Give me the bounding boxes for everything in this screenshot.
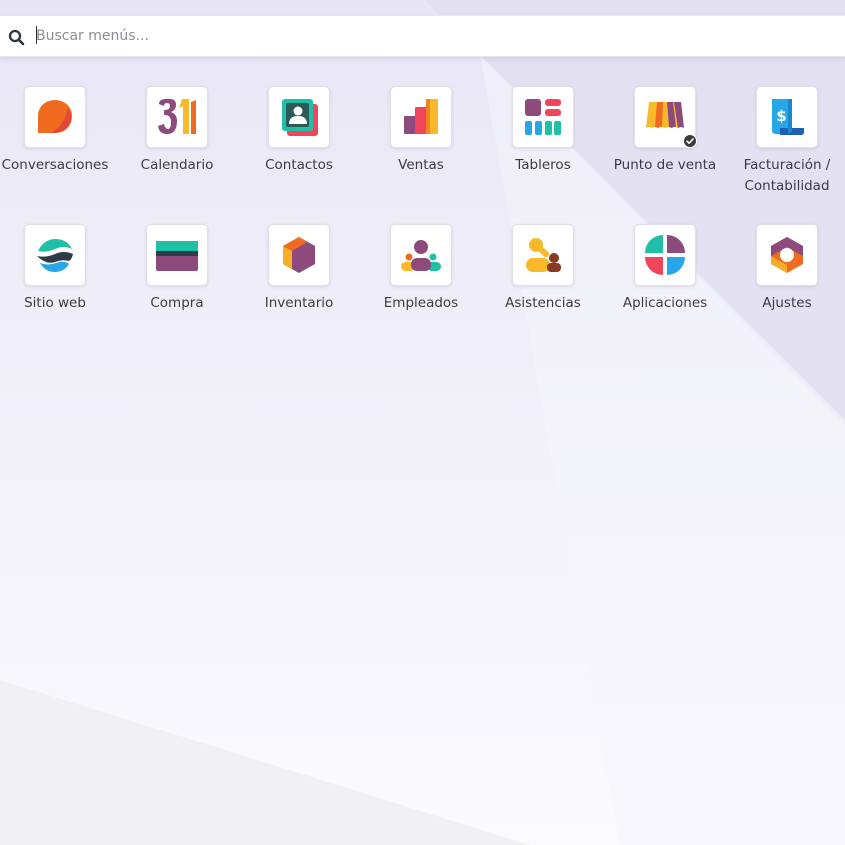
contact-card-icon	[268, 86, 330, 148]
app-label: Calendario	[140, 157, 214, 173]
app-label: Punto de venta	[613, 157, 717, 173]
app-label: Aplicaciones	[622, 295, 708, 311]
app-label: Conversaciones	[1, 157, 109, 173]
svg-text:$: $	[776, 107, 786, 125]
app-label: Sitio web	[24, 295, 86, 311]
app-conversaciones[interactable]: Conversaciones	[0, 86, 116, 176]
app-ventas[interactable]: Ventas	[360, 86, 482, 176]
people-group-icon	[390, 224, 452, 286]
storefront-awning-icon	[634, 86, 697, 148]
app-label: Ventas	[398, 157, 444, 173]
hexagon-box-icon	[268, 224, 330, 286]
app-label: Asistencias	[505, 295, 581, 311]
badge-person-icon	[512, 224, 574, 286]
invoice-dollar-icon: $	[756, 86, 818, 148]
app-calendario[interactable]: Calendario	[116, 86, 238, 176]
hexagon-gear-icon	[756, 224, 818, 286]
app-asistencias[interactable]: Asistencias	[482, 224, 604, 314]
globe-waves-icon	[24, 224, 86, 286]
app-label: Contactos	[265, 157, 333, 173]
app-tableros[interactable]: Tableros	[482, 86, 604, 176]
dashboard-tiles-icon	[512, 86, 574, 148]
search-bar	[0, 15, 845, 57]
app-facturacion[interactable]: $ Facturación / Contabilidad	[726, 86, 845, 197]
calendar-icon	[146, 86, 208, 148]
text-caret	[36, 26, 37, 44]
app-punto-de-venta[interactable]: Punto de venta	[604, 86, 726, 176]
app-sitio-web[interactable]: Sitio web	[0, 224, 116, 314]
search-icon	[8, 29, 25, 46]
app-label: Inventario	[264, 295, 334, 311]
search-input[interactable]	[34, 22, 836, 50]
chat-bubble-icon	[24, 86, 86, 148]
bar-chart-icon	[390, 86, 452, 148]
app-label: Empleados	[383, 295, 459, 311]
app-label: Ajustes	[762, 295, 812, 311]
app-aplicaciones[interactable]: Aplicaciones	[604, 224, 726, 314]
quadrant-circle-icon	[634, 224, 696, 286]
app-label: Facturación / Contabilidad	[743, 157, 831, 194]
app-label: Compra	[150, 295, 204, 311]
app-empleados[interactable]: Empleados	[360, 224, 482, 314]
credit-card-icon	[146, 224, 208, 286]
app-ajustes[interactable]: Ajustes	[726, 224, 845, 314]
app-inventario[interactable]: Inventario	[238, 224, 360, 314]
app-compra[interactable]: Compra	[116, 224, 238, 314]
app-contactos[interactable]: Contactos	[238, 86, 360, 176]
check-badge-icon	[683, 134, 697, 148]
app-label: Tableros	[515, 157, 571, 173]
